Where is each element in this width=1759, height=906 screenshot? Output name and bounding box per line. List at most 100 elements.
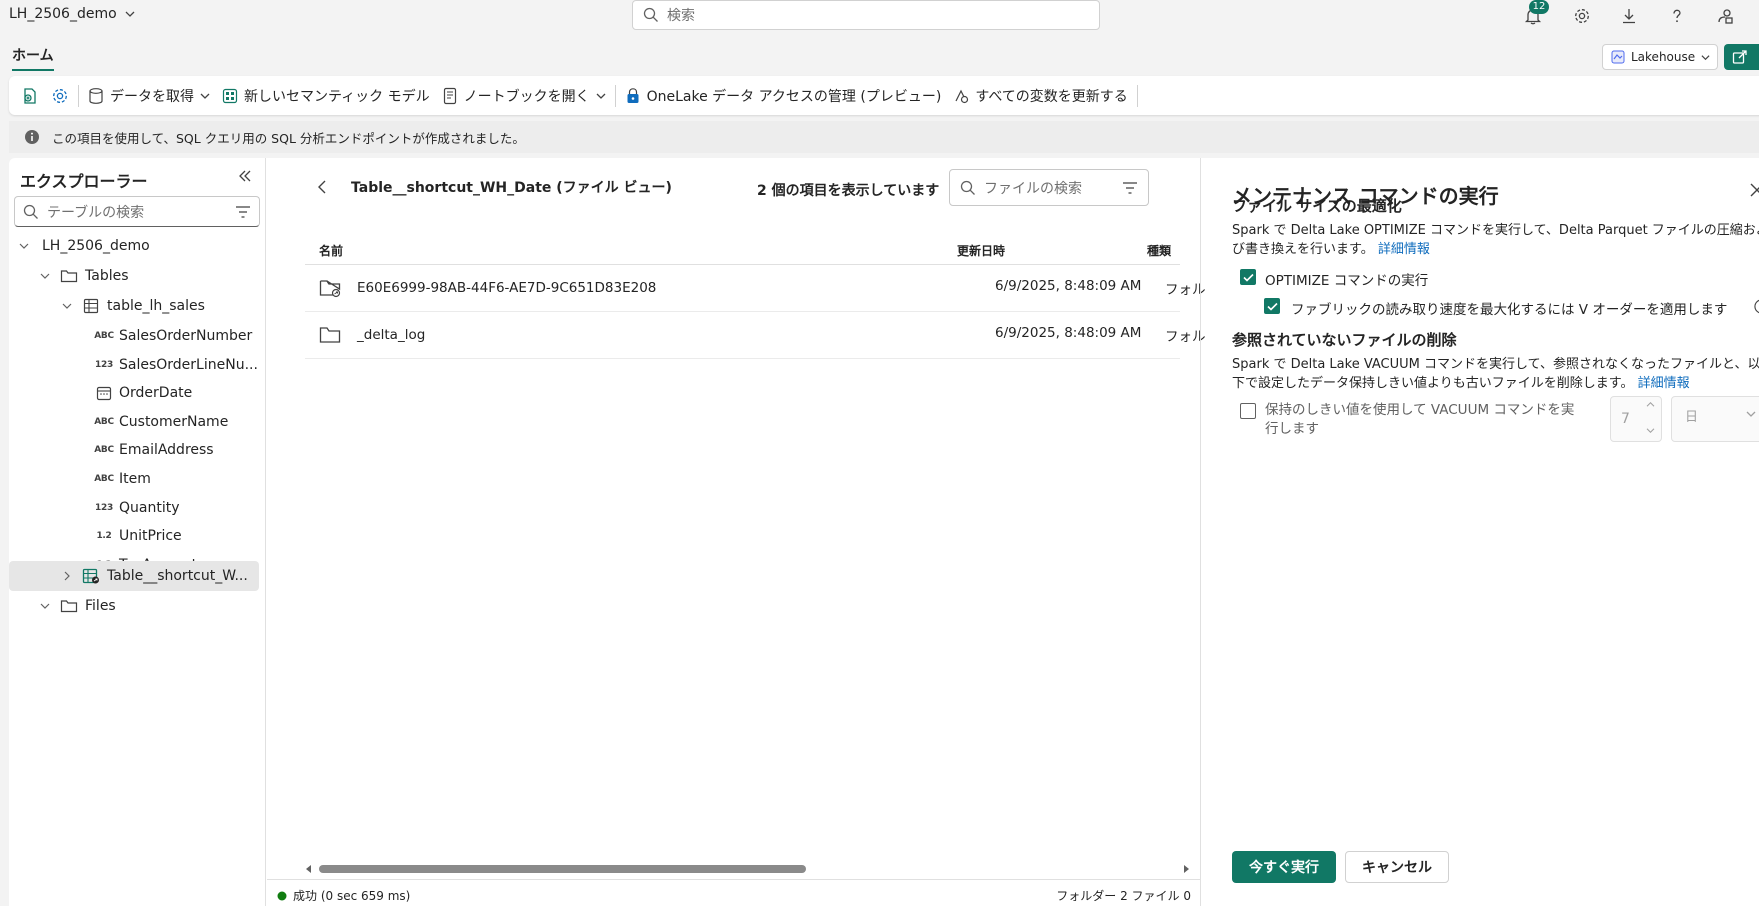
run-now-button[interactable]: 今すぐ実行 <box>1232 851 1336 883</box>
global-search-input[interactable]: 検索 <box>632 0 1100 30</box>
chevron-down-icon <box>125 9 135 19</box>
column-type-icon: ABC <box>94 474 114 484</box>
file-search-input[interactable]: ファイルの検索 <box>949 169 1149 206</box>
column-header-modified[interactable]: 更新日時 <box>957 242 1005 259</box>
tree-column-item[interactable]: ABC Item <box>9 464 266 494</box>
filter-icon[interactable] <box>235 205 251 219</box>
share-icon <box>1732 49 1748 65</box>
table-row[interactable]: _delta_log 6/9/2025, 8:48:09 AM フォル <box>305 312 1205 359</box>
onelake-access-button[interactable]: OneLake データ アクセスの管理 (プレビュー) <box>619 81 948 111</box>
tree-column-item[interactable]: 123 SalesOrderLineNu... <box>9 350 266 380</box>
gear-icon <box>51 87 69 105</box>
variables-refresh-icon <box>953 88 969 104</box>
tab-row: ホーム Lakehouse <box>0 36 1759 74</box>
tree-lakehouse-root[interactable]: LH_2506_demo <box>9 231 266 261</box>
back-button[interactable] <box>317 180 329 194</box>
people-icon <box>1716 7 1734 25</box>
folder-icon <box>59 268 79 284</box>
scroll-right-arrow-icon[interactable] <box>1182 865 1190 873</box>
refresh-variables-button[interactable]: すべての変数を更新する <box>947 81 1133 111</box>
tree-tables-folder[interactable]: Tables <box>9 261 266 291</box>
horizontal-scroll-thumb[interactable] <box>319 865 806 873</box>
get-data-label: データを取得 <box>110 88 194 105</box>
get-data-button[interactable]: データを取得 <box>82 81 216 111</box>
new-semantic-model-button[interactable]: 新しいセマンティック モデル <box>216 81 436 111</box>
new-lakehouse-icon <box>21 87 39 105</box>
file-view-pane: Table__shortcut_WH_Date (ファイル ビュー) 2 個の項… <box>267 158 1205 906</box>
optimize-checkbox-label: OPTIMIZE コマンドの実行 <box>1265 273 1429 289</box>
close-icon <box>1750 183 1759 197</box>
chevron-right-icon <box>59 571 75 581</box>
vacuum-learn-more-link[interactable]: 詳細情報 <box>1638 376 1690 391</box>
database-icon <box>88 87 104 105</box>
top-bar: LH_2506_demo 検索 12 <box>0 0 1759 36</box>
close-panel-button[interactable] <box>1750 183 1759 197</box>
chevron-up-icon[interactable] <box>1646 401 1655 408</box>
tab-home[interactable]: ホーム <box>12 45 54 71</box>
tree-column-item[interactable]: ABC SalesOrderNumber <box>9 321 266 351</box>
column-type-icon: 123 <box>95 502 113 513</box>
main-content: エクスプローラー テーブルの検索 LH_2506_demo Tables tab… <box>9 158 1759 906</box>
retention-value-spinbox[interactable]: 7 <box>1610 396 1662 442</box>
ribbon-toolbar: データを取得 新しいセマンティック モデル ノートブックを開く OneLake … <box>9 76 1759 115</box>
vorder-checkbox[interactable] <box>1264 298 1280 314</box>
folder-icon <box>59 598 79 614</box>
optimize-learn-more-link[interactable]: 詳細情報 <box>1378 242 1430 257</box>
notebook-icon <box>442 87 458 105</box>
column-name: EmailAddress <box>119 442 214 459</box>
chevron-down-icon <box>16 241 32 251</box>
table-search-input[interactable]: テーブルの検索 <box>14 196 260 227</box>
download-button[interactable] <box>1617 4 1641 28</box>
tree-column-item[interactable]: 123 Quantity <box>9 493 266 523</box>
workspace-name: LH_2506_demo <box>9 6 117 22</box>
vacuum-checkbox[interactable] <box>1240 403 1256 419</box>
vorder-checkbox-label: ファブリックの読み取り速度を最大化するには V オーダーを適用します <box>1291 302 1728 318</box>
folder-icon <box>319 325 341 345</box>
tree-files-folder[interactable]: Files <box>9 591 266 621</box>
retention-value: 7 <box>1621 411 1630 427</box>
column-type-icon: ABC <box>94 416 114 427</box>
lakehouse-select-value: Lakehouse <box>1631 50 1696 64</box>
info-icon[interactable] <box>1754 299 1759 314</box>
retention-unit-select[interactable]: 日 <box>1671 396 1759 442</box>
tree-column-item[interactable]: OrderDate <box>9 378 266 408</box>
scroll-left-arrow-icon[interactable] <box>305 865 313 873</box>
new-item-button[interactable] <box>9 81 45 111</box>
cancel-button[interactable]: キャンセル <box>1345 851 1449 883</box>
share-people-button[interactable] <box>1713 4 1737 28</box>
ribbon-divider <box>78 84 79 107</box>
tree-table-lh-sales[interactable]: table_lh_sales <box>9 291 266 321</box>
lakehouse-mode-select[interactable]: Lakehouse <box>1602 44 1718 70</box>
status-right-text: フォルダー 2 ファイル 0 <box>1056 889 1191 903</box>
share-button[interactable] <box>1724 44 1759 70</box>
column-header-name[interactable]: 名前 <box>319 242 343 259</box>
collapse-explorer-button[interactable] <box>237 168 253 184</box>
info-message-bar: この項目を使用して、SQL クエリ用の SQL 分析エンドポイントが作成されまし… <box>9 121 1759 153</box>
optimize-checkbox[interactable] <box>1240 269 1256 285</box>
chevron-down-icon <box>1701 53 1710 62</box>
open-notebook-button[interactable]: ノートブックを開く <box>436 81 612 111</box>
retention-unit: 日 <box>1685 410 1699 425</box>
tree-column-item[interactable]: ABC CustomerName <box>9 407 266 437</box>
column-header-type[interactable]: 種類 <box>1147 242 1171 259</box>
vacuum-description: Spark で Delta Lake VACUUM コマンドを実行して、参照され… <box>1232 355 1759 393</box>
info-message-text: この項目を使用して、SQL クエリ用の SQL 分析エンドポイントが作成されまし… <box>52 130 525 146</box>
files-folder-label: Files <box>85 598 116 614</box>
explorer-pane: エクスプローラー テーブルの検索 LH_2506_demo Tables tab… <box>9 158 266 906</box>
chevron-down-icon <box>1746 409 1756 419</box>
status-bar: 成功 (0 sec 659 ms) フォルダー 2 ファイル 0 <box>267 879 1201 906</box>
table-row[interactable]: E60E6999-98AB-44F6-AE7D-9C651D83E208 6/9… <box>305 265 1205 312</box>
tree-shortcut-table[interactable]: Table__shortcut_W... <box>9 561 259 591</box>
tree-column-item[interactable]: 1.2 UnitPrice <box>9 521 266 551</box>
help-button[interactable] <box>1665 4 1689 28</box>
file-name: E60E6999-98AB-44F6-AE7D-9C651D83E208 <box>357 280 657 296</box>
settings-button[interactable] <box>1570 4 1594 28</box>
workspace-switcher[interactable]: LH_2506_demo <box>9 6 135 22</box>
open-notebook-label: ノートブックを開く <box>463 88 590 105</box>
success-dot-icon <box>277 891 287 901</box>
ribbon-settings-button[interactable] <box>45 81 75 111</box>
filter-icon[interactable] <box>1122 181 1138 195</box>
chevron-down-icon[interactable] <box>1646 427 1655 434</box>
search-icon <box>960 180 976 196</box>
tree-column-item[interactable]: ABC EmailAddress <box>9 435 266 465</box>
